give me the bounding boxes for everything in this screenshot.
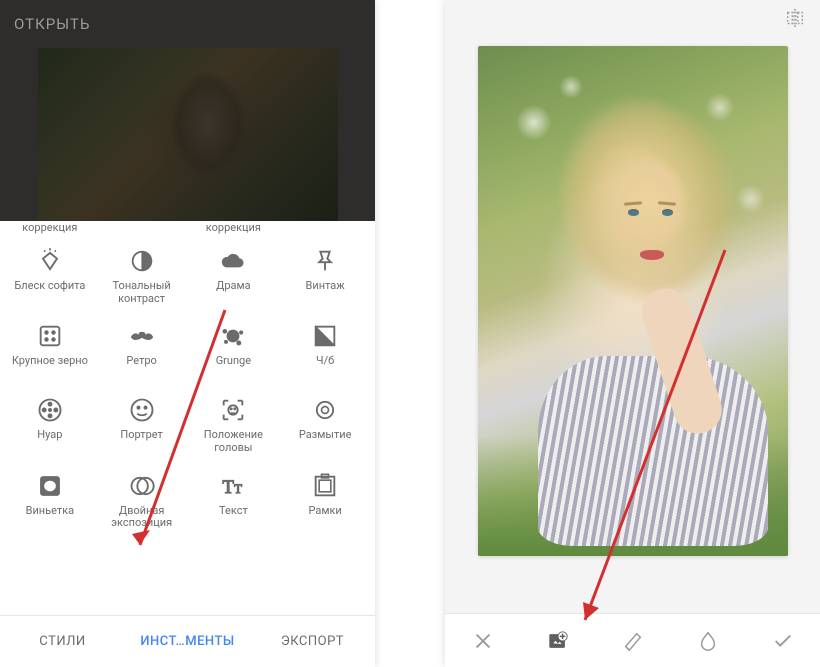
tab-tools[interactable]: ИНСТ…МЕНТЫ: [125, 616, 250, 667]
tool-head-pose[interactable]: Положение головы: [188, 393, 280, 456]
cloud-icon: [218, 246, 248, 276]
tool-label: Ретро: [126, 355, 156, 379]
tool-glamour-glow[interactable]: Блеск софита: [4, 244, 96, 307]
pin-icon: [310, 246, 340, 276]
dimmed-header: ОТКРЫТЬ: [0, 0, 375, 221]
vignette-square-icon: [35, 471, 65, 501]
tool-label: Блеск софита: [14, 280, 85, 304]
tool-portrait[interactable]: Портрет: [96, 393, 188, 456]
tool-label: Двойная экспозиция: [100, 505, 184, 530]
tool-lens-blur[interactable]: Размытие: [279, 393, 371, 456]
face-scan-icon: [218, 395, 248, 425]
tool-label: Grunge: [216, 355, 251, 379]
top-bar: ОТКРЫТЬ: [0, 0, 375, 48]
tool-bw[interactable]: Ч/б: [279, 319, 371, 381]
tool-label: Рамки: [308, 505, 341, 529]
tool-tonal-contrast[interactable]: Тональный контраст: [96, 244, 188, 307]
tool-retrolux[interactable]: Ретро: [96, 319, 188, 381]
double-exposure-toolbar: [445, 613, 820, 667]
half-circle-icon: [127, 246, 157, 276]
mustache-icon: [127, 321, 157, 351]
svg-text:T: T: [223, 477, 235, 498]
tool-double-exposure[interactable]: Двойная экспозиция: [96, 469, 188, 532]
tool-vignette[interactable]: Виньетка: [4, 469, 96, 532]
blur-circle-icon: [310, 395, 340, 425]
partial-label: коррекция: [191, 221, 275, 234]
tool-label: Драма: [216, 280, 251, 304]
right-top-bar: [445, 0, 820, 40]
tool-vintage[interactable]: Винтаж: [279, 244, 371, 307]
dice-icon: [35, 321, 65, 351]
open-button[interactable]: ОТКРЫТЬ: [14, 15, 325, 33]
diamond-glow-icon: [35, 246, 65, 276]
partial-label: [100, 221, 184, 234]
opacity-button[interactable]: [688, 621, 728, 661]
tab-export[interactable]: ЭКСПОРТ: [250, 616, 375, 667]
tool-label: Текст: [219, 505, 248, 529]
tool-grainy-film[interactable]: Крупное зерно: [4, 319, 96, 381]
tool-label: Размытие: [299, 429, 352, 453]
add-image-button[interactable]: [538, 621, 578, 661]
tool-text[interactable]: TT Текст: [188, 469, 280, 532]
photo-canvas[interactable]: [445, 40, 820, 613]
tool-grunge[interactable]: Grunge: [188, 319, 280, 381]
tool-drama[interactable]: Драма: [188, 244, 280, 307]
double-circle-icon: [127, 471, 157, 501]
compare-icon[interactable]: [784, 7, 806, 33]
frame-icon: [310, 471, 340, 501]
dimmed-photo-preview: [38, 48, 338, 221]
bottom-tabs: СТИЛИ ИНСТ…МЕНТЫ ЭКСПОРТ: [0, 615, 375, 667]
tool-label: Тональный контраст: [100, 280, 184, 305]
text-tt-icon: TT: [218, 471, 248, 501]
partial-label: коррекция: [8, 221, 92, 234]
close-button[interactable]: [463, 621, 503, 661]
blend-mode-button[interactable]: [613, 621, 653, 661]
tool-label: Крупное зерно: [12, 355, 88, 379]
svg-text:T: T: [235, 482, 243, 496]
bw-square-icon: [310, 321, 340, 351]
tool-label: Положение головы: [191, 429, 275, 454]
film-reel-icon: [35, 395, 65, 425]
tool-noir[interactable]: Нуар: [4, 393, 96, 456]
tool-label: Нуар: [37, 429, 62, 453]
left-screen: ОТКРЫТЬ коррекция коррекция Блеск софита…: [0, 0, 375, 667]
right-screen: [445, 0, 820, 667]
splatter-icon: [218, 321, 248, 351]
tools-partial-row: коррекция коррекция: [0, 221, 375, 240]
tool-label: Ч/б: [316, 355, 334, 379]
apply-button[interactable]: [763, 621, 803, 661]
tool-label: Винтаж: [306, 280, 345, 304]
edited-photo: [478, 46, 788, 556]
tab-styles[interactable]: СТИЛИ: [0, 616, 125, 667]
tool-label: Виньетка: [26, 505, 75, 529]
tool-frames[interactable]: Рамки: [279, 469, 371, 532]
smiley-icon: [127, 395, 157, 425]
tools-panel: коррекция коррекция Блеск софита Тональн…: [0, 221, 375, 615]
partial-label: [283, 221, 367, 234]
tool-label: Портрет: [120, 429, 162, 453]
